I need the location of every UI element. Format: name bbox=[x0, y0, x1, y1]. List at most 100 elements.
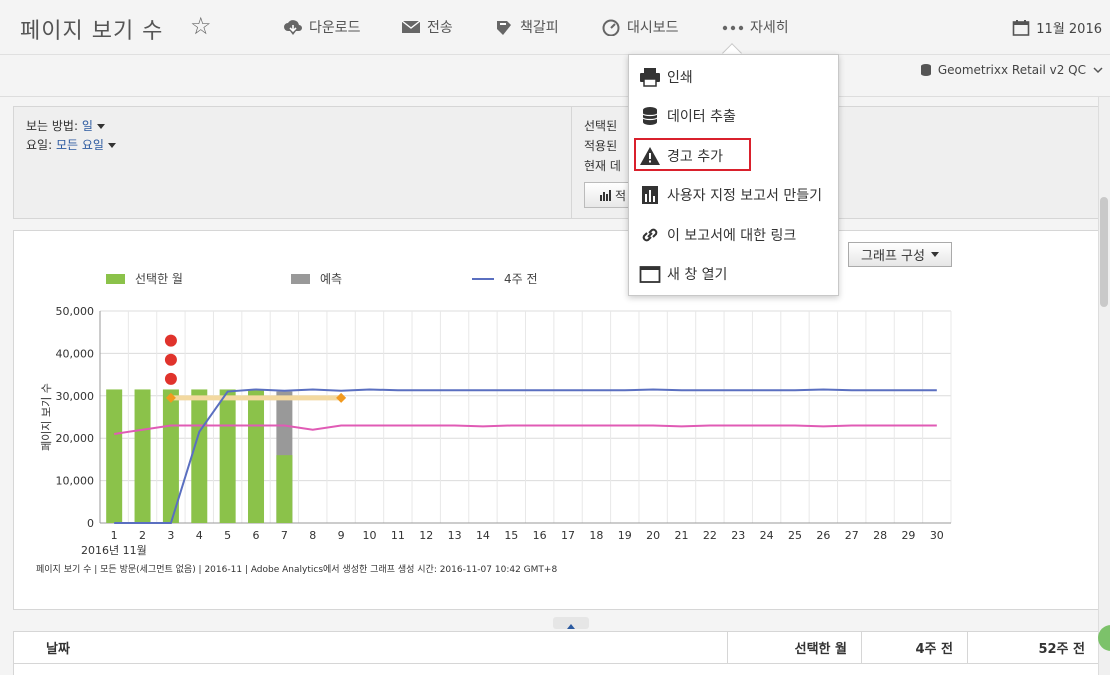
send-label: 전송 bbox=[427, 20, 453, 36]
x-tick-label: 17 bbox=[561, 529, 575, 542]
download-button[interactable]: 다운로드 bbox=[283, 16, 361, 38]
options-small-button[interactable]: 적 bbox=[584, 182, 634, 208]
day-selector[interactable]: 요일: 모든 요일 bbox=[26, 136, 116, 153]
column-header-52weeks[interactable]: 52주 전 bbox=[968, 632, 1099, 663]
column-header-4weeks[interactable]: 4주 전 bbox=[862, 632, 968, 663]
small-button-label: 적 bbox=[615, 188, 627, 203]
forecast-marker bbox=[336, 392, 347, 403]
x-tick-label: 20 bbox=[646, 529, 660, 542]
x-tick-label: 10 bbox=[362, 529, 376, 542]
x-tick-label: 4 bbox=[196, 529, 203, 542]
table-row bbox=[13, 664, 1100, 675]
chevron-down-icon bbox=[1093, 67, 1103, 74]
x-tick-label: 27 bbox=[845, 529, 859, 542]
collapse-handle[interactable] bbox=[553, 617, 589, 629]
scrollbar-thumb[interactable] bbox=[1100, 197, 1108, 307]
alert-dot bbox=[164, 334, 177, 347]
x-tick-label: 15 bbox=[504, 529, 518, 542]
x-tick-label: 18 bbox=[589, 529, 603, 542]
bar bbox=[276, 455, 293, 523]
x-tick-label: 6 bbox=[253, 529, 260, 542]
column-header-selected[interactable]: 선택한 월 bbox=[728, 632, 862, 663]
view-by-selector[interactable]: 보는 방법: 일 bbox=[26, 117, 105, 134]
scrollbar[interactable] bbox=[1098, 97, 1110, 675]
menu-item-label: 사용자 지정 보고서 만들기 bbox=[667, 188, 823, 204]
date-selector[interactable]: 11월 2016 bbox=[1012, 18, 1102, 37]
favorite-star-icon[interactable]: ☆ bbox=[190, 12, 212, 40]
bar bbox=[219, 389, 236, 523]
report-options-panel: 보는 방법: 일 요일: 모든 요일 선택된 적용된 현재 데 적 bbox=[13, 106, 1100, 219]
x-tick-label: 26 bbox=[816, 529, 830, 542]
send-button[interactable]: 전송 bbox=[401, 16, 453, 38]
x-tick-label: 7 bbox=[281, 529, 288, 542]
date-label: 11월 2016 bbox=[1036, 22, 1102, 37]
window-icon bbox=[639, 266, 661, 283]
x-tick-label: 3 bbox=[167, 529, 174, 542]
calendar-icon bbox=[1012, 19, 1030, 36]
caret-down-icon bbox=[96, 124, 105, 129]
y-tick-label: 40,000 bbox=[56, 347, 95, 360]
data-table-header: 날짜 선택한 월 4주 전 52주 전 bbox=[13, 631, 1100, 664]
top-bar: 페이지 보기 수 ☆ 다운로드 전송 책갈피 대시보드 자세히 11월 2016 bbox=[0, 0, 1110, 55]
selected-text: 선택된 bbox=[584, 119, 618, 133]
link-icon bbox=[642, 228, 658, 242]
envelope-icon bbox=[401, 20, 421, 33]
bar bbox=[191, 389, 208, 523]
chart-plot: 010,00020,00030,00040,00050,0001 2 3 4 5 6 7 8 9… bbox=[40, 305, 952, 557]
bar bbox=[106, 389, 123, 523]
y-tick-label: 30,000 bbox=[56, 390, 95, 403]
x-tick-label: 14 bbox=[476, 529, 490, 542]
menu-item-report-link[interactable]: 이 보고서에 대한 링크 bbox=[639, 222, 796, 248]
more-label: 자세히 bbox=[750, 20, 789, 36]
x-tick-label: 5 bbox=[224, 529, 231, 542]
bookmark-button[interactable]: 책갈피 bbox=[494, 16, 559, 38]
sub-bar: Geometrixx Retail v2 QC bbox=[0, 55, 1110, 97]
x-tick-label: 30 bbox=[930, 529, 944, 542]
x-tick-label: 24 bbox=[760, 529, 774, 542]
column-header-date[interactable]: 날짜 bbox=[14, 632, 728, 663]
view-by-label: 보는 방법: bbox=[26, 119, 82, 133]
x-tick-label: 25 bbox=[788, 529, 802, 542]
x-tick-label: 8 bbox=[309, 529, 316, 542]
x-tick-label: 1 bbox=[111, 529, 118, 542]
menu-item-label: 새 창 열기 bbox=[667, 267, 728, 283]
x-tick-label: 2 bbox=[139, 529, 146, 542]
menu-item-new-window[interactable]: 새 창 열기 bbox=[639, 261, 727, 287]
x-tick-label: 16 bbox=[533, 529, 547, 542]
highlight-box bbox=[634, 138, 751, 171]
dashboard-button[interactable]: 대시보드 bbox=[601, 16, 679, 38]
x-tick-label: 9 bbox=[338, 529, 345, 542]
y-tick-label: 10,000 bbox=[56, 475, 95, 488]
x-axis-label: 2016년 11월 bbox=[81, 544, 147, 557]
bookmark-label: 책갈피 bbox=[520, 20, 559, 36]
x-tick-label: 12 bbox=[419, 529, 433, 542]
y-tick-label: 0 bbox=[87, 517, 94, 530]
chart-footer: 페이지 보기 수 | 모든 방문(세그먼트 없음) | 2016-11 | Ad… bbox=[36, 565, 558, 575]
divider bbox=[571, 107, 572, 218]
chart-container: 그래프 구성 선택한 월 예측 4주 전 0 10,000 20,000 30,000… bbox=[13, 230, 1100, 610]
menu-item-extract-data[interactable]: 데이터 추출 bbox=[639, 103, 736, 129]
view-by-value: 일 bbox=[81, 119, 93, 133]
database-icon bbox=[642, 107, 658, 125]
bookmark-icon bbox=[497, 21, 511, 35]
menu-item-custom-report[interactable]: 사용자 지정 보고서 만들기 bbox=[639, 182, 822, 208]
gauge-icon bbox=[602, 19, 620, 36]
database-icon bbox=[920, 64, 931, 76]
current-text: 현재 데 bbox=[584, 159, 621, 173]
bar-chart-icon bbox=[600, 190, 611, 201]
x-tick-label: 21 bbox=[675, 529, 689, 542]
menu-item-print[interactable]: 인쇄 bbox=[639, 64, 693, 90]
x-tick-label: 22 bbox=[703, 529, 717, 542]
x-tick-label: 29 bbox=[901, 529, 915, 542]
bar bbox=[248, 389, 265, 523]
y-tick-label: 20,000 bbox=[56, 432, 95, 445]
alert-dot bbox=[164, 353, 177, 366]
x-tick-label: 19 bbox=[618, 529, 632, 542]
report-suite-selector[interactable]: Geometrixx Retail v2 QC bbox=[920, 63, 1104, 77]
caret-down-icon bbox=[107, 143, 116, 148]
report-suite-label: Geometrixx Retail v2 QC bbox=[937, 63, 1086, 77]
report-icon bbox=[642, 186, 658, 204]
more-button[interactable]: 자세히 bbox=[722, 16, 789, 38]
x-tick-label: 28 bbox=[873, 529, 887, 542]
day-label: 요일: bbox=[26, 138, 56, 152]
